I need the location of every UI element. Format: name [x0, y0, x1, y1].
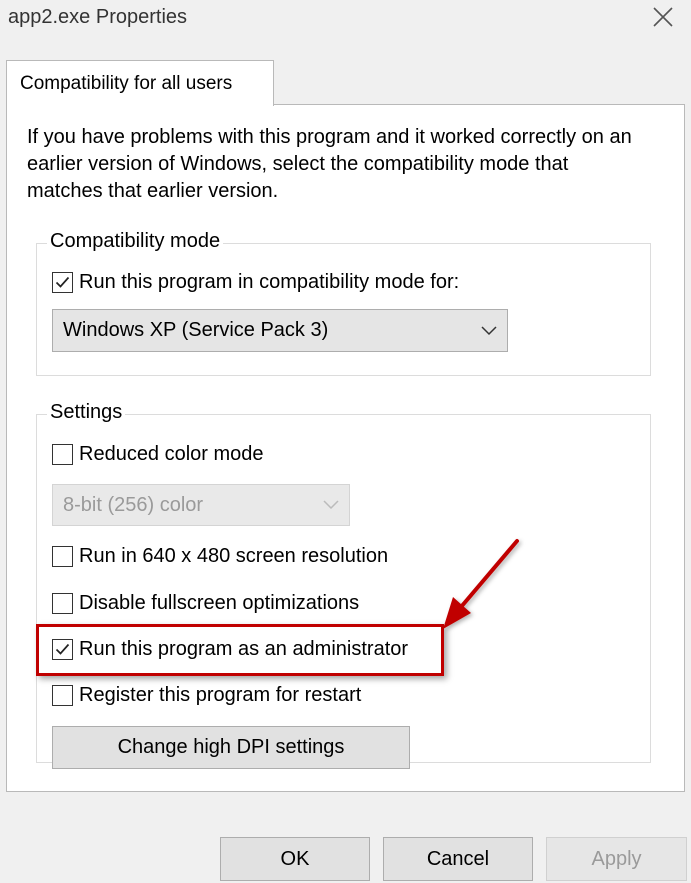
- close-icon: [653, 7, 673, 27]
- chevron-down-icon: [323, 500, 339, 510]
- admin-highlight-box: [36, 624, 444, 676]
- color-depth-value: 8-bit (256) color: [63, 493, 204, 516]
- os-version-select[interactable]: Windows XP (Service Pack 3): [52, 309, 508, 352]
- settings-legend: Settings: [47, 401, 126, 424]
- ok-button[interactable]: OK: [220, 837, 370, 881]
- res640-checkbox[interactable]: [52, 546, 73, 567]
- compatibility-mode-legend: Compatibility mode: [47, 230, 224, 253]
- os-version-value: Windows XP (Service Pack 3): [63, 319, 329, 341]
- reduced-color-row[interactable]: Reduced color mode: [52, 443, 264, 466]
- checkmark-icon: [55, 276, 70, 288]
- compat-mode-checkbox[interactable]: [52, 272, 73, 293]
- compat-mode-checkbox-label: Run this program in compatibility mode f…: [79, 271, 460, 293]
- reduced-color-checkbox[interactable]: [52, 444, 73, 465]
- restart-label: Register this program for restart: [79, 684, 362, 706]
- color-depth-select[interactable]: 8-bit (256) color: [52, 484, 350, 526]
- res640-row[interactable]: Run in 640 x 480 screen resolution: [52, 545, 388, 568]
- apply-button[interactable]: Apply: [546, 837, 687, 881]
- fullscreen-label: Disable fullscreen optimizations: [79, 592, 360, 614]
- tab-compatibility-all-users[interactable]: Compatibility for all users: [6, 60, 274, 106]
- restart-row[interactable]: Register this program for restart: [52, 684, 361, 707]
- reduced-color-label: Reduced color mode: [79, 443, 264, 465]
- annotation-arrow: [443, 539, 519, 629]
- fullscreen-row[interactable]: Disable fullscreen optimizations: [52, 592, 359, 615]
- window-title: app2.exe Properties: [8, 6, 188, 28]
- close-button[interactable]: [646, 0, 680, 34]
- change-dpi-button[interactable]: Change high DPI settings: [52, 726, 410, 769]
- description-text: If you have problems with this program a…: [27, 126, 632, 202]
- res640-label: Run in 640 x 480 screen resolution: [79, 545, 389, 567]
- fullscreen-checkbox[interactable]: [52, 593, 73, 614]
- settings-group: [36, 414, 651, 763]
- compat-mode-checkbox-row[interactable]: Run this program in compatibility mode f…: [52, 271, 459, 294]
- cancel-button[interactable]: Cancel: [383, 837, 533, 881]
- restart-checkbox[interactable]: [52, 685, 73, 706]
- chevron-down-icon: [481, 325, 497, 335]
